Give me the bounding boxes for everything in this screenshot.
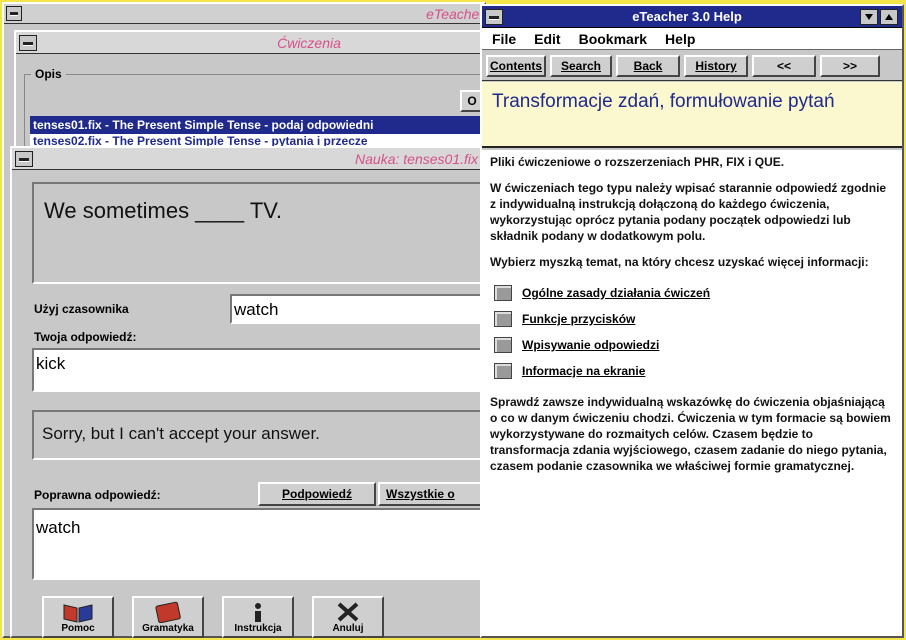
help-link-item[interactable]: Funkcje przycisków [494,306,894,332]
menu-bookmark[interactable]: Bookmark [579,31,647,47]
help-link-button-functions[interactable]: Funkcje przycisków [522,312,635,326]
cancel-toolbar-label: Anuluj [332,622,364,634]
cancel-toolbar-button[interactable]: Anuluj [312,596,384,638]
help-topic-heading: Transformacje zdań, formułowanie pytań [492,91,835,112]
menu-help[interactable]: Help [665,31,695,47]
history-button-label: History [695,59,737,73]
topic-icon [494,285,512,301]
main-title: eTeacher [426,6,484,22]
menu-edit[interactable]: Edit [534,31,560,47]
help-paragraph-4: Sprawdź zawsze indywidualną wskazówkę do… [490,395,891,473]
help-paragraph-2: W ćwiczeniach tego typu należy wpisać st… [490,181,887,243]
hint-button-label: Podpowiedź [282,487,352,501]
help-button-bar: Contents Search Back History << >> [482,51,902,81]
help-link-list: Ogólne zasady działania ćwiczeń Funkcje … [490,280,894,384]
cancel-icon [337,602,359,621]
correct-label: Poprawna odpowiedź: [34,488,161,502]
next-topic-button[interactable]: >> [820,55,880,77]
verb-field[interactable]: watch [230,294,486,324]
maximize-button[interactable] [880,9,898,25]
help-link-item[interactable]: Ogólne zasady działania ćwiczeń [494,280,894,306]
previous-topic-label: << [776,59,791,73]
history-button[interactable]: History [684,55,748,77]
help-toolbar-button[interactable]: Pomoc [42,596,114,638]
grammar-toolbar-button[interactable]: Gramatyka [132,596,204,638]
hint-button[interactable]: Podpowiedź [258,482,376,506]
correct-answer-value: watch [36,518,81,537]
help-paragraph-3: Wybierz myszką temat, na który chcesz uz… [490,255,869,269]
help-link-item[interactable]: Informacje na ekranie [494,358,894,384]
exercise-sentence: We sometimes ____ TV. [44,198,283,223]
contents-button-label: Contents [490,59,542,73]
maximize-icon [885,14,893,20]
exercise-title: Nauka: tenses01.fix [355,150,478,167]
exercise-system-menu-icon[interactable] [15,151,33,167]
show-all-button[interactable]: Wszystkie o [378,482,488,506]
answer-label: Twoja odpowiedź: [34,330,137,344]
topic-icon [494,363,512,379]
sentence-panel: We sometimes ____ TV. [32,182,484,284]
help-window: eTeacher 3.0 Help File Edit Bookmark Hel… [480,4,904,638]
exercises-desc-label: Opis [31,67,66,81]
main-titlebar: eTeacher [4,4,484,24]
verb-value: watch [234,300,279,319]
exercises-title: Ćwiczenia [277,34,341,51]
feedback-panel: Sorry, but I can't accept your answer. [32,410,488,460]
menu-file[interactable]: File [492,31,516,47]
search-button-label: Search [560,59,602,73]
help-toolbar-label: Pomoc [61,622,95,634]
help-titlebar: eTeacher 3.0 Help [482,6,902,28]
help-system-menu-icon[interactable] [485,9,503,25]
correct-answer-field: watch [32,508,488,580]
help-title: eTeacher 3.0 Help [632,9,742,24]
main-window: eTeacher Ćwiczenia Opis O tenses01.fix -… [2,2,488,638]
back-button-label: Back [633,59,663,73]
minimize-button[interactable] [860,9,878,25]
topic-icon [494,337,512,353]
exercise-window: Nauka: tenses01.fix We sometimes ____ TV… [10,146,488,638]
exercises-window: Ćwiczenia Opis O tenses01.fix - The Pres… [14,30,484,160]
contents-button[interactable]: Contents [486,55,546,77]
topic-icon [494,311,512,327]
verb-label: Użyj czasownika [34,302,129,316]
book-icon [63,603,93,623]
grammar-toolbar-label: Gramatyka [142,622,194,634]
instructions-toolbar-label: Instrukcja [234,622,282,634]
answer-field[interactable]: kick [32,348,488,392]
feedback-message: Sorry, but I can't accept your answer. [42,424,320,443]
exercises-system-menu-icon[interactable] [19,35,37,51]
exercises-side-button-label: O [467,94,477,108]
previous-topic-button[interactable]: << [752,55,816,77]
info-icon [255,602,261,622]
help-heading-panel: Transformacje zdań, formułowanie pytań [482,82,902,148]
exercise-titlebar: Nauka: tenses01.fix [12,148,486,170]
help-content: Pliki ćwiczeniowe o rozszerzeniach PHR, … [482,150,902,636]
grammar-book-icon [155,601,181,623]
main-system-menu-icon[interactable] [6,6,22,21]
show-all-button-label: Wszystkie o [386,487,455,501]
help-paragraph-1: Pliki ćwiczeniowe o rozszerzeniach PHR, … [490,155,785,169]
next-topic-label: >> [842,59,857,73]
exercises-titlebar: Ćwiczenia [16,32,482,54]
answer-value: kick [36,354,66,373]
list-item-selected[interactable]: tenses01.fix - The Present Simple Tense … [30,116,484,134]
help-menubar: File Edit Bookmark Help [482,28,902,50]
help-link-entering-answers[interactable]: Wpisywanie odpowiedzi [522,338,659,352]
search-button[interactable]: Search [550,55,612,77]
back-button[interactable]: Back [616,55,680,77]
help-link-screen-info[interactable]: Informacje na ekranie [522,364,645,378]
help-link-general-rules[interactable]: Ogólne zasady działania ćwiczeń [522,286,710,300]
help-link-item[interactable]: Wpisywanie odpowiedzi [494,332,894,358]
instructions-toolbar-button[interactable]: Instrukcja [222,596,294,638]
minimize-icon [865,14,873,20]
